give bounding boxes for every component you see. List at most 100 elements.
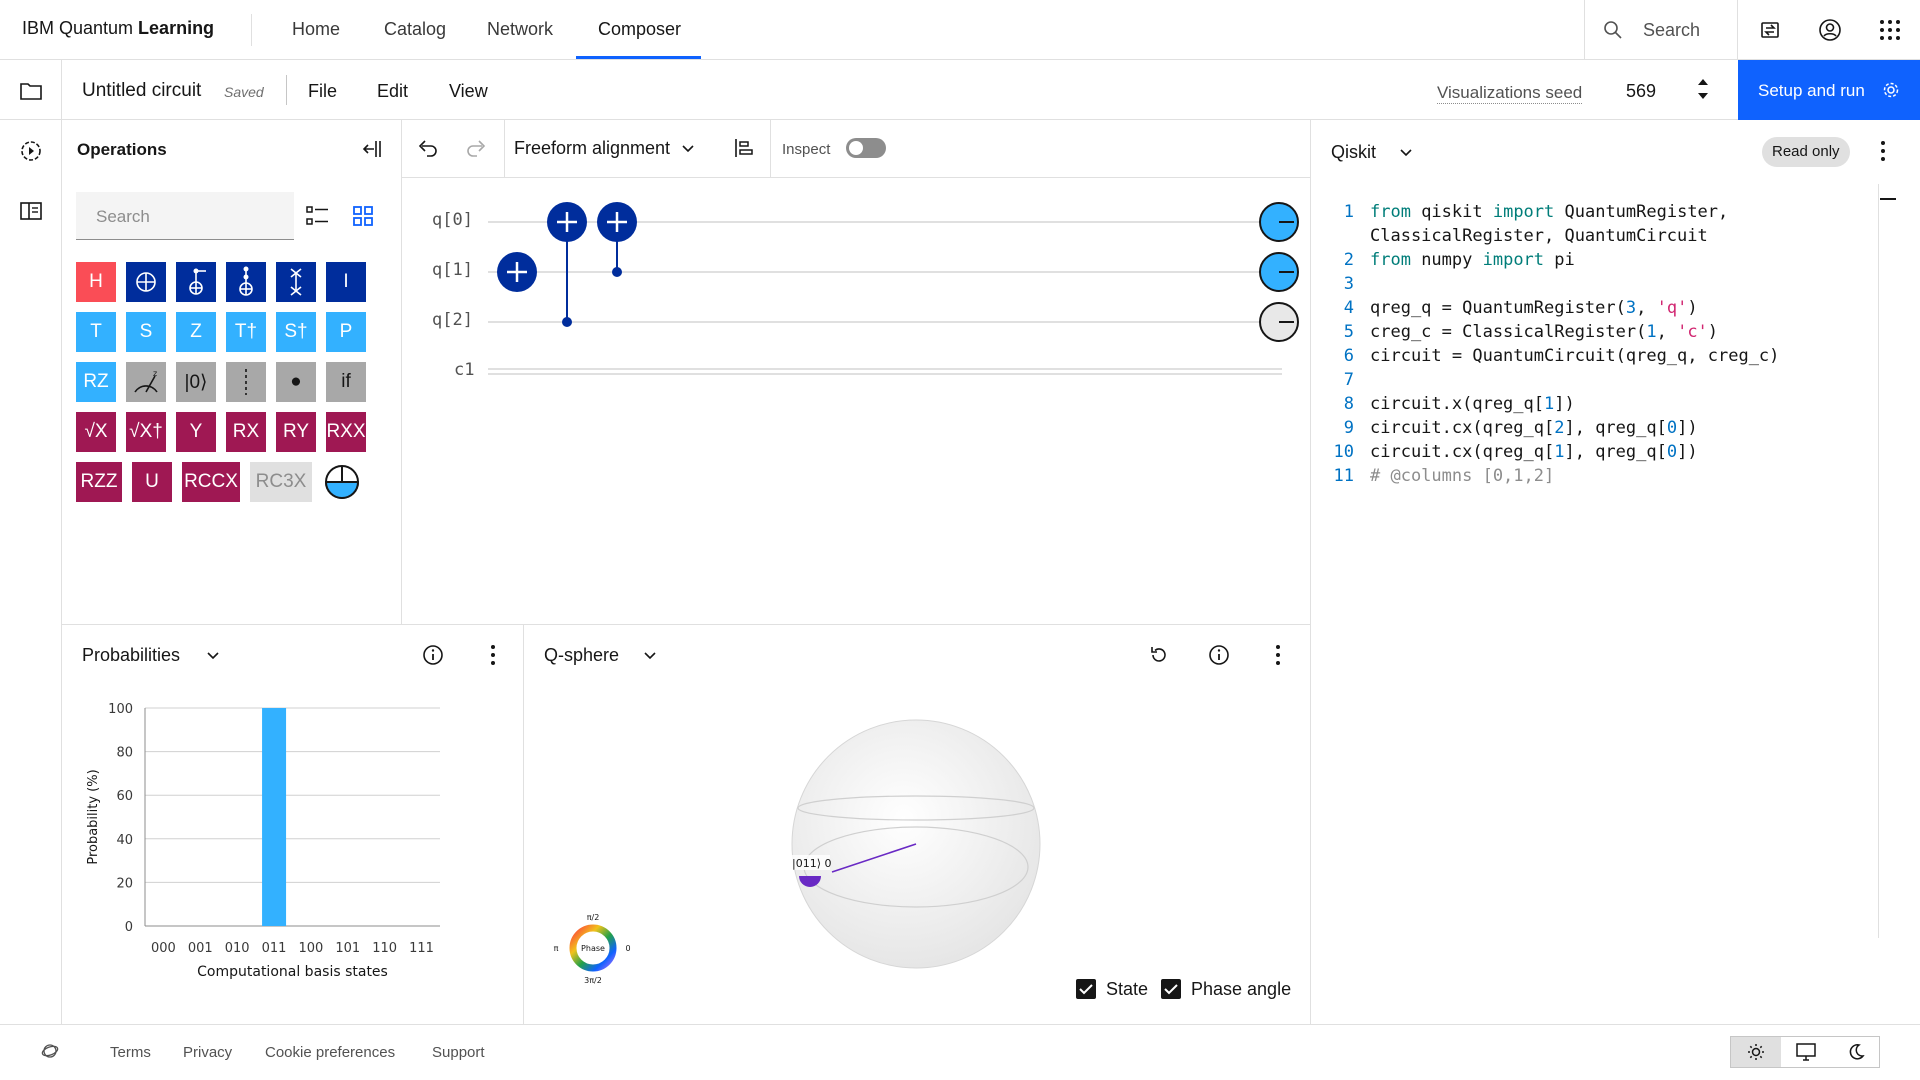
gate-rc3x[interactable]: RC3X (250, 462, 312, 502)
x-tick-label: 100 (299, 941, 324, 956)
gate-t[interactable]: T† (226, 312, 266, 352)
gate-s[interactable]: S† (276, 312, 316, 352)
qsphere-title[interactable]: Q-sphere (544, 645, 619, 666)
probability-disk-q1[interactable] (1259, 252, 1299, 292)
circuit-title[interactable]: Untitled circuit (82, 80, 201, 102)
reset-view-icon[interactable] (1148, 644, 1170, 666)
nav-composer[interactable]: Composer (598, 19, 681, 40)
theme-dark-option[interactable] (1831, 1037, 1881, 1067)
gate-i[interactable]: I (326, 262, 366, 302)
code-token: 0 (1666, 442, 1678, 462)
info-icon[interactable] (1208, 644, 1230, 666)
gate-s[interactable]: S (126, 312, 166, 352)
footer-link-terms[interactable]: Terms (110, 1044, 151, 1061)
inspect-toggle[interactable] (846, 138, 886, 158)
gate-h[interactable]: H (76, 262, 116, 302)
collapse-panel-icon[interactable] (361, 138, 383, 160)
line-number: 11 (1333, 466, 1354, 486)
gate-swap[interactable] (276, 262, 316, 302)
probabilities-title[interactable]: Probabilities (82, 645, 180, 666)
nav-home[interactable]: Home (292, 19, 340, 40)
footer-link-privacy[interactable]: Privacy (183, 1044, 232, 1061)
gate-measure-z[interactable]: z (126, 362, 166, 402)
overflow-menu-icon[interactable] (490, 644, 496, 666)
redo-icon[interactable] (466, 138, 488, 158)
qsphere-visualization[interactable]: |011⟩ 0 (780, 712, 1060, 972)
alignment-dropdown[interactable]: Freeform alignment (514, 138, 670, 159)
state-checkbox[interactable] (1076, 979, 1096, 999)
folder-icon[interactable] (19, 81, 43, 101)
x-gate-q1[interactable] (497, 252, 537, 292)
probability-disk-q0[interactable] (1259, 202, 1299, 242)
operations-search-input[interactable]: Search (76, 192, 294, 240)
phase-angle-checkbox-label[interactable]: Phase angle (1191, 979, 1291, 1000)
state-checkbox-label[interactable]: State (1106, 979, 1148, 1000)
gate-ccx[interactable] (226, 262, 266, 302)
gate-ry[interactable]: RY (276, 412, 316, 452)
gate-x[interactable]: √X† (126, 412, 166, 452)
gate-toffoli[interactable] (176, 262, 216, 302)
chevron-down-icon[interactable] (680, 140, 696, 156)
seed-value[interactable]: 569 (1626, 81, 1656, 102)
gate-y[interactable]: Y (176, 412, 216, 452)
code-language-dropdown[interactable]: Qiskit (1331, 142, 1376, 163)
quantum-logo-icon[interactable] (40, 1041, 60, 1061)
footer-link-cookie-preferences[interactable]: Cookie preferences (265, 1044, 395, 1061)
chevron-down-icon[interactable] (205, 647, 221, 663)
code-scrollbar[interactable] (1878, 184, 1879, 938)
bar-011[interactable] (262, 708, 287, 926)
gate-rz[interactable]: RZ (76, 362, 116, 402)
gate-z[interactable]: Z (176, 312, 216, 352)
nav-network[interactable]: Network (487, 19, 553, 40)
cnot-gate-q2-q0[interactable] (547, 202, 587, 327)
overflow-menu-icon[interactable] (1880, 140, 1886, 162)
cnot-gate-q1-q0[interactable] (597, 202, 637, 277)
footer-link-support[interactable]: Support (432, 1044, 485, 1061)
job-history-icon[interactable] (19, 139, 43, 163)
switch-icon[interactable] (1758, 18, 1782, 42)
gate-rccx[interactable]: RCCX (182, 462, 240, 502)
setup-and-run-button[interactable]: Setup and run (1738, 60, 1920, 120)
code-token: import (1482, 250, 1545, 270)
gate-barrier[interactable] (226, 362, 266, 402)
chevron-down-icon[interactable] (642, 647, 658, 663)
global-search[interactable]: Search (1584, 0, 1738, 60)
code-token: 'c' (1677, 322, 1708, 342)
nav-catalog[interactable]: Catalog (384, 19, 446, 40)
undo-icon[interactable] (416, 138, 438, 158)
brand-logo[interactable]: IBM Quantum Learning (22, 18, 214, 39)
align-left-icon[interactable] (733, 137, 755, 159)
circuit-canvas[interactable] (402, 178, 1310, 398)
app-switcher-icon[interactable] (1879, 19, 1901, 41)
gate-rzz[interactable]: RZZ (76, 462, 122, 502)
search-icon (1604, 21, 1622, 39)
gate-rxx[interactable]: RXX (326, 412, 366, 452)
info-icon[interactable] (422, 644, 444, 666)
grid-view-icon[interactable] (352, 205, 374, 227)
chevron-down-icon[interactable] (1398, 144, 1414, 160)
gate-0[interactable]: |0⟩ (176, 362, 216, 402)
menu-file[interactable]: File (308, 81, 337, 102)
gate-x[interactable]: √X (76, 412, 116, 452)
code-scroll-thumb[interactable] (1880, 198, 1896, 200)
theme-system-option[interactable] (1781, 1037, 1831, 1067)
y-tick-label: 60 (116, 789, 133, 804)
gate-half-circle[interactable] (322, 462, 362, 502)
menu-edit[interactable]: Edit (377, 81, 408, 102)
gate-t[interactable]: T (76, 312, 116, 352)
seed-stepper-icon[interactable] (1696, 76, 1710, 102)
gate-rx[interactable]: RX (226, 412, 266, 452)
menu-view[interactable]: View (449, 81, 488, 102)
user-avatar-icon[interactable] (1818, 18, 1842, 42)
theme-light-option[interactable] (1731, 1037, 1781, 1067)
gate-if[interactable]: if (326, 362, 366, 402)
probability-disk-q2[interactable] (1259, 302, 1299, 342)
gate-cnot[interactable] (126, 262, 166, 302)
gate-u[interactable]: U (132, 462, 172, 502)
list-view-icon[interactable] (306, 205, 330, 227)
docs-panel-icon[interactable] (19, 201, 43, 221)
overflow-menu-icon[interactable] (1275, 644, 1281, 666)
gate-[interactable]: ● (276, 362, 316, 402)
gate-p[interactable]: P (326, 312, 366, 352)
phase-angle-checkbox[interactable] (1161, 979, 1181, 999)
